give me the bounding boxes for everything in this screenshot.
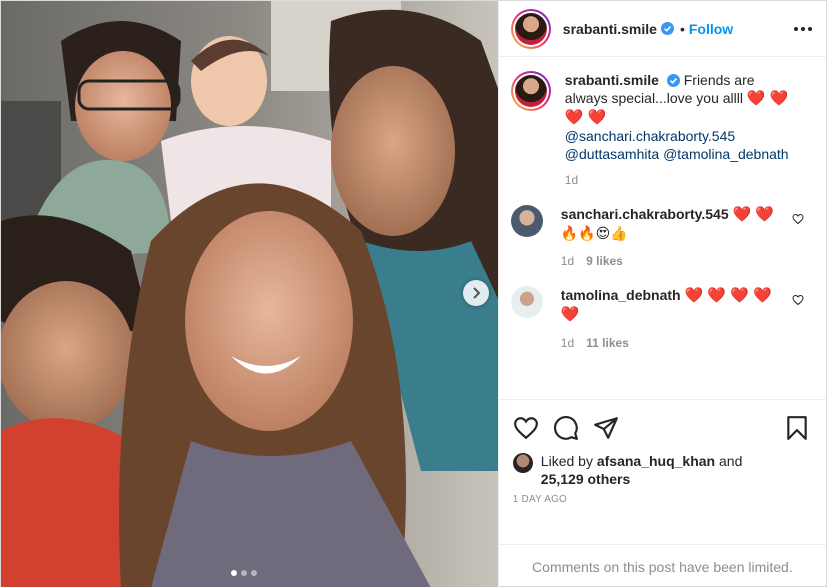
caption-text-block: srabanti.smile Friends are always specia… <box>565 71 795 189</box>
comment-username[interactable]: sanchari.chakraborty.545 <box>561 206 729 222</box>
liked-by-user[interactable]: afsana_huq_khan <box>597 453 715 469</box>
caption-username[interactable]: srabanti.smile <box>565 72 659 88</box>
mention-link[interactable]: @duttasamhita <box>565 146 659 162</box>
comments-section: srabanti.smile Friends are always specia… <box>499 57 826 399</box>
mention-link[interactable]: @sanchari.chakraborty.545 <box>565 128 735 144</box>
carousel-dot <box>241 570 247 576</box>
caption: srabanti.smile Friends are always specia… <box>510 71 810 189</box>
carousel-dot <box>251 570 257 576</box>
comment-time[interactable]: 1d <box>561 252 574 270</box>
heart-icon[interactable] <box>792 213 804 225</box>
comment-body: sanchari.chakraborty.545 ❤️ ❤️ 🔥🔥😍👍 1d 9… <box>561 205 781 270</box>
comment-item: tamolina_debnath ❤️ ❤️ ❤️ ❤️ ❤️ 1d 11 li… <box>510 286 810 352</box>
carousel-indicator <box>231 570 257 576</box>
comment-item: sanchari.chakraborty.545 ❤️ ❤️ 🔥🔥😍👍 1d 9… <box>510 205 810 270</box>
verified-icon <box>666 74 680 87</box>
action-icons <box>513 408 810 448</box>
more-options-icon[interactable] <box>794 26 812 31</box>
liked-by-prefix: Liked by <box>540 453 593 469</box>
comment-body: tamolina_debnath ❤️ ❤️ ❤️ ❤️ ❤️ 1d 11 li… <box>561 286 781 352</box>
share-icon[interactable] <box>593 415 619 441</box>
group-selfie-image <box>1 1 498 587</box>
post-header: srabanti.smile • Follow <box>498 1 826 57</box>
avatar[interactable] <box>512 453 533 473</box>
liked-by-text: Liked by afsana_huq_khan and 25,129 othe… <box>541 452 743 488</box>
avatar[interactable] <box>510 8 551 49</box>
comment-text: ❤️ ❤️ ❤️ ❤️ <box>684 287 772 304</box>
post-actions: Liked by afsana_huq_khan and 25,129 othe… <box>498 399 826 544</box>
mention-link[interactable]: @tamolina_debnath <box>663 146 789 162</box>
comment-time[interactable]: 1d <box>561 334 574 352</box>
comment-text: 🔥🔥😍👍 <box>560 225 628 241</box>
liked-by: Liked by afsana_huq_khan and 25,129 othe… <box>512 452 810 488</box>
avatar[interactable] <box>510 205 543 237</box>
comment-icon[interactable] <box>553 415 579 441</box>
avatar[interactable] <box>510 286 543 318</box>
post-side-panel: srabanti.smile • Follow srabanti.smile F… <box>497 1 826 587</box>
comments-limited-notice: Comments on this post have been limited. <box>498 544 826 587</box>
comment-username[interactable]: tamolina_debnath <box>561 287 681 303</box>
next-photo-button[interactable] <box>463 280 489 306</box>
heart-icon[interactable] <box>513 415 539 441</box>
comment-likes[interactable]: 9 likes <box>586 252 623 270</box>
comment-text: ❤️ ❤️ <box>732 206 775 223</box>
comment-meta: 1d 9 likes <box>561 252 781 270</box>
post-photo[interactable] <box>1 1 498 587</box>
comment-meta: 1d 11 likes <box>561 334 781 352</box>
follow-button[interactable]: Follow <box>689 21 733 37</box>
instagram-post: srabanti.smile • Follow srabanti.smile F… <box>0 0 827 587</box>
liked-by-others[interactable]: 25,129 others <box>541 471 631 487</box>
caption-avatar[interactable] <box>510 71 551 111</box>
comment-text: ❤️ <box>560 306 580 323</box>
header-username[interactable]: srabanti.smile <box>563 21 657 37</box>
bookmark-icon[interactable] <box>784 415 810 441</box>
separator-bullet: • <box>679 20 685 37</box>
comment-likes[interactable]: 11 likes <box>586 334 629 352</box>
caption-time[interactable]: 1d <box>565 171 795 189</box>
heart-icon[interactable] <box>792 294 804 306</box>
verified-icon <box>660 22 674 35</box>
chevron-right-icon <box>473 287 481 299</box>
post-timestamp[interactable]: 1 DAY AGO <box>513 494 810 505</box>
carousel-dot <box>231 570 237 576</box>
liked-by-and: and <box>719 453 743 469</box>
